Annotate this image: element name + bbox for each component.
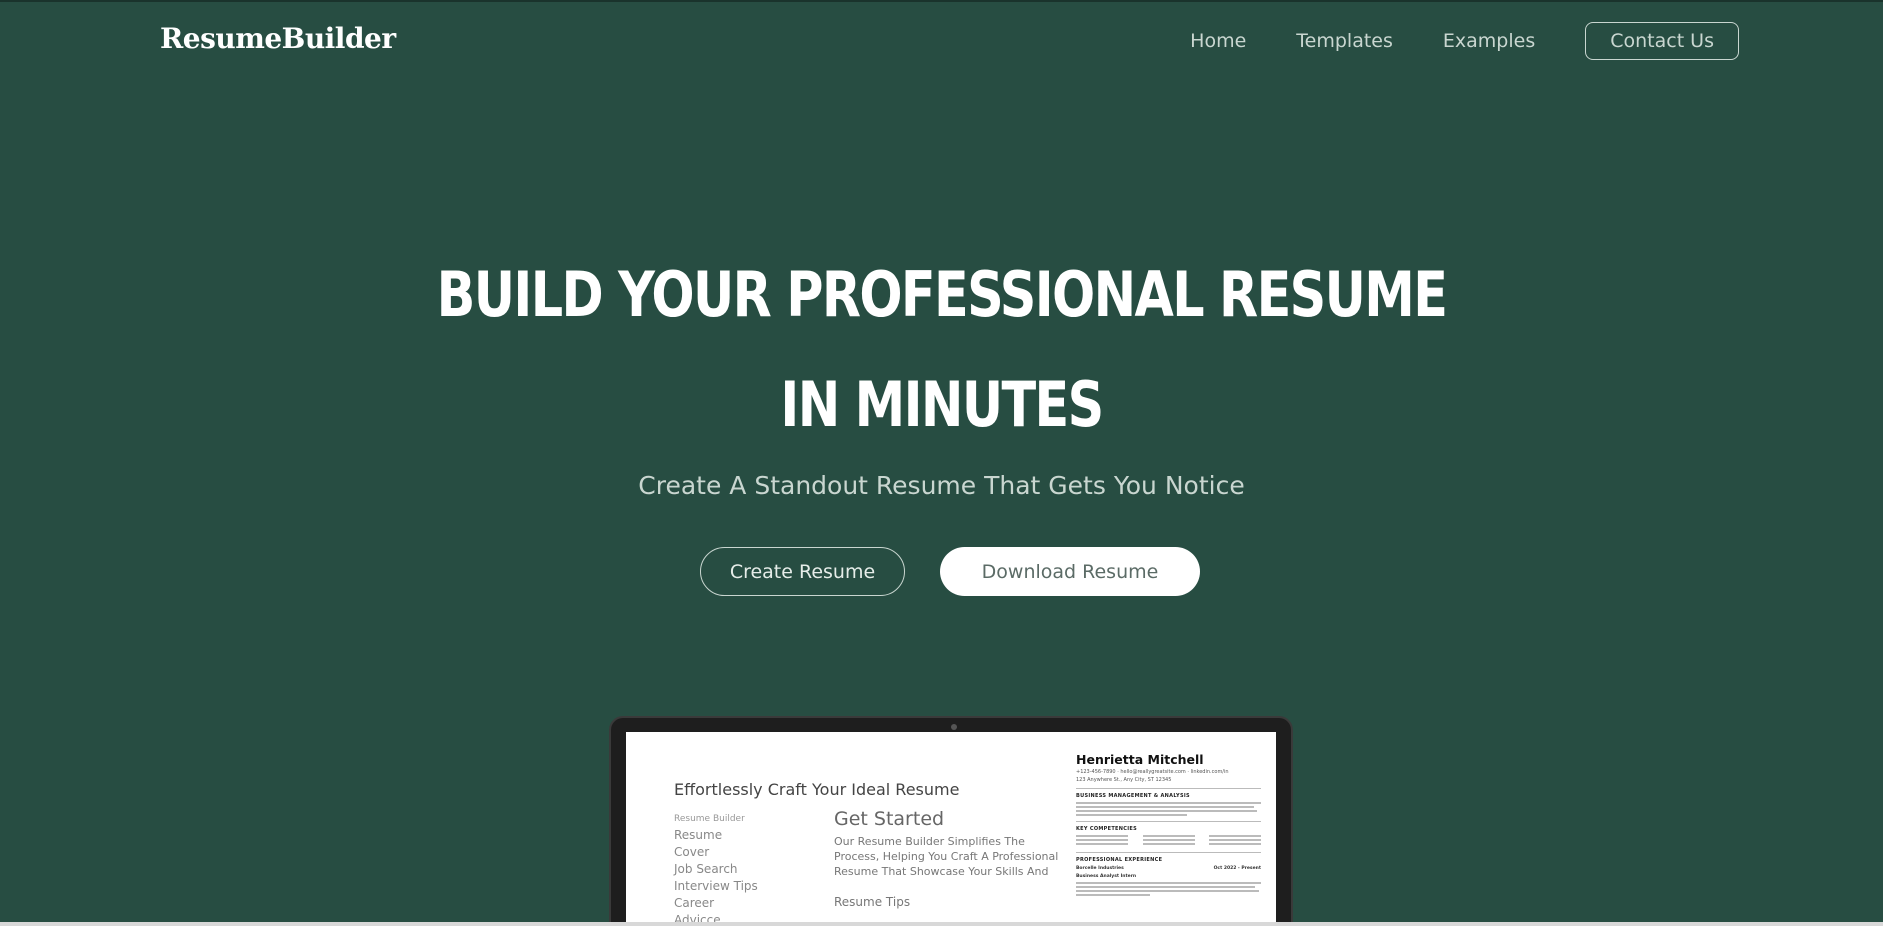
nav-links: Home Templates Examples Contact Us bbox=[1190, 22, 1739, 60]
resume-document: Henrietta Mitchell +123-456-7890 · hello… bbox=[1076, 752, 1261, 926]
download-resume-button[interactable]: Download Resume bbox=[940, 547, 1200, 596]
preview-menu-item: Interview Tips bbox=[674, 879, 758, 893]
nav-link-examples[interactable]: Examples bbox=[1443, 30, 1535, 52]
resume-name: Henrietta Mitchell bbox=[1076, 752, 1204, 767]
site-logo[interactable]: ResumeBuilder bbox=[160, 22, 396, 55]
preview-resume-tips: Resume Tips bbox=[834, 895, 911, 909]
resume-address: 123 Anywhere St., Any City, ST 12345 bbox=[1076, 777, 1172, 783]
create-resume-button[interactable]: Create Resume bbox=[700, 547, 905, 596]
hero-title-line-1: BUILD YOUR PROFESSIONAL RESUME bbox=[436, 258, 1448, 331]
preview-menu-item: Cover bbox=[674, 845, 710, 859]
resume-divider bbox=[1076, 852, 1261, 853]
hero-subtitle: Create A Standout Resume That Gets You N… bbox=[638, 471, 1245, 500]
preview-description: Our Resume Builder Simplifies The Proces… bbox=[834, 835, 1059, 878]
resume-role-row: Business Analyst Intern bbox=[1076, 874, 1261, 879]
laptop-screen: Effortlessly Craft Your Ideal Resume Res… bbox=[626, 732, 1276, 926]
preview-get-started: Get Started bbox=[834, 808, 945, 830]
resume-dates: Oct 2022 - Present bbox=[1213, 866, 1261, 871]
resume-employer: Borcelle Industries bbox=[1076, 866, 1124, 871]
resume-divider bbox=[1076, 821, 1261, 822]
resume-section-heading: KEY COMPETENCIES bbox=[1076, 826, 1137, 832]
hero-title-line-2: IN MINUTES bbox=[780, 368, 1104, 441]
laptop-camera bbox=[951, 724, 957, 730]
contact-us-button[interactable]: Contact Us bbox=[1585, 22, 1739, 60]
resume-text-block bbox=[1076, 802, 1261, 816]
resume-job-header: Borcelle Industries Oct 2022 - Present bbox=[1076, 866, 1261, 871]
preview-menu-item: Career bbox=[674, 896, 715, 910]
resume-section-heading: PROFESSIONAL EXPERIENCE bbox=[1076, 857, 1163, 863]
resume-text-block bbox=[1076, 882, 1261, 896]
nav-link-templates[interactable]: Templates bbox=[1296, 30, 1393, 52]
bottom-scrollbar-track bbox=[0, 922, 1883, 926]
preview-menu-item: Resume bbox=[674, 828, 723, 842]
laptop-mockup: Effortlessly Craft Your Ideal Resume Res… bbox=[609, 716, 1293, 926]
nav-link-home[interactable]: Home bbox=[1190, 30, 1246, 52]
preview-menu: Resume Builder Resume Cover Job Search I… bbox=[674, 814, 758, 926]
preview-title: Effortlessly Craft Your Ideal Resume bbox=[674, 780, 960, 799]
resume-contact: +123-456-7890 · hello@reallygreatsite.co… bbox=[1076, 769, 1229, 775]
resume-competencies bbox=[1076, 835, 1261, 847]
resume-section-heading: BUSINESS MANAGEMENT & ANALYSIS bbox=[1076, 793, 1190, 799]
top-navigation: ResumeBuilder Home Templates Examples Co… bbox=[0, 0, 1883, 84]
resume-divider bbox=[1076, 788, 1261, 789]
preview-menu-heading: Resume Builder bbox=[674, 814, 745, 824]
preview-menu-item: Job Search bbox=[674, 862, 738, 876]
resume-role: Business Analyst Intern bbox=[1076, 874, 1137, 879]
